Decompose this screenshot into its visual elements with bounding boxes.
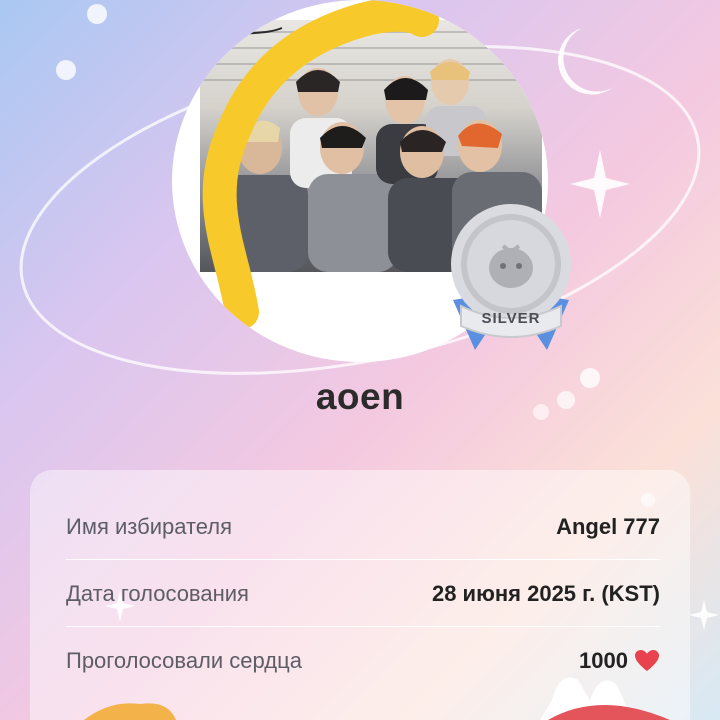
bottom-decoration: [84, 677, 670, 720]
vote-certificate-screen: SILVER aoen Имя избирателя Angel 777 Дат…: [0, 0, 720, 720]
